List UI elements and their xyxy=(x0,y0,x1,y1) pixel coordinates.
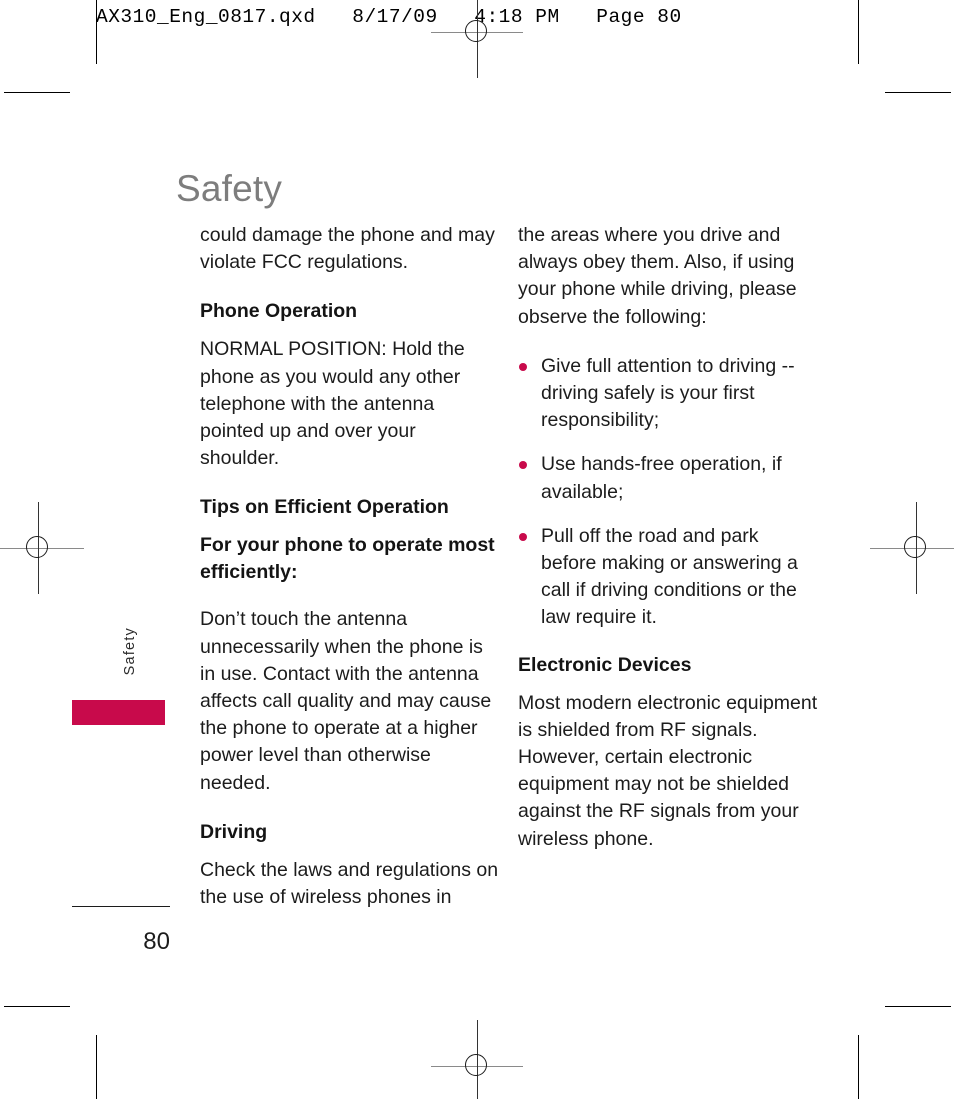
list-item-text: Use hands-free operation, if available; xyxy=(541,453,782,503)
bullet-dot-icon xyxy=(519,532,527,541)
folio-rule xyxy=(72,906,170,907)
crop-mark-top-right-horizontal xyxy=(885,92,951,93)
heading-driving: Driving xyxy=(200,820,268,843)
bullet-dot-icon xyxy=(519,362,527,371)
bullet-dot-icon xyxy=(519,461,527,470)
right-continued-paragraph: the areas where you drive and always obe… xyxy=(518,224,797,328)
list-item-text: Pull off the road and park before making… xyxy=(541,524,798,629)
document-page: AX310_Eng_0817.qxd 8/17/09 4:18 PM Page … xyxy=(0,0,954,1099)
registration-mark-right xyxy=(870,502,954,594)
list-item: Give full attention to driving -- drivin… xyxy=(518,353,818,435)
registration-mark-top xyxy=(431,0,523,78)
crop-mark-top-right-vertical xyxy=(858,0,859,64)
print-header-text: AX310_Eng_0817.qxd 8/17/09 4:18 PM Page … xyxy=(96,6,682,28)
crop-mark-top-left-horizontal xyxy=(4,92,70,93)
list-item: Use hands-free operation, if available; xyxy=(518,451,818,505)
registration-mark-left xyxy=(0,502,84,594)
left-column: could damage the phone and may violate F… xyxy=(200,222,500,933)
crop-mark-bottom-left-vertical xyxy=(96,1035,97,1099)
side-tab-color-bar xyxy=(72,700,165,725)
heading-electronic-devices: Electronic Devices xyxy=(518,653,692,676)
crop-mark-bottom-right-horizontal xyxy=(885,1006,951,1007)
crop-mark-bottom-right-vertical xyxy=(858,1035,859,1099)
paragraph-driving: Check the laws and regulations on the us… xyxy=(200,858,499,909)
registration-mark-bottom xyxy=(431,1020,523,1099)
list-item-text: Give full attention to driving -- drivin… xyxy=(541,354,795,432)
paragraph-phone-operation: NORMAL POSITION: Hold the phone as you w… xyxy=(200,338,465,470)
lead-tips-on-efficient-operation: For your phone to operate most efficient… xyxy=(200,534,495,584)
driving-guidelines-list: Give full attention to driving -- drivin… xyxy=(518,353,818,632)
side-tab-label: Safety xyxy=(122,627,138,676)
paragraph-tips-on-efficient-operation: Don’t touch the antenna unnecessarily wh… xyxy=(200,608,492,794)
heading-phone-operation: Phone Operation xyxy=(200,300,358,323)
crop-mark-top-left-vertical xyxy=(96,0,97,64)
right-column: the areas where you drive and always obe… xyxy=(518,222,818,875)
left-continued-paragraph: could damage the phone and may violate F… xyxy=(200,224,495,274)
crop-mark-bottom-left-horizontal xyxy=(4,1006,70,1007)
heading-tips-on-efficient-operation: Tips on Efficient Operation xyxy=(200,496,449,519)
paragraph-electronic-devices: Most modern electronic equipment is shie… xyxy=(518,691,818,850)
list-item: Pull off the road and park before making… xyxy=(518,523,818,632)
page-number: 80 xyxy=(143,928,170,955)
page-title: Safety xyxy=(176,167,283,209)
